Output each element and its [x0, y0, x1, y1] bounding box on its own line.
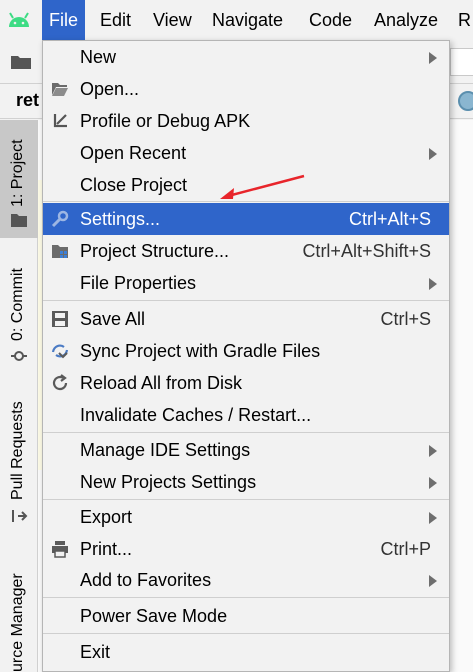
menu-item-file-properties[interactable]: File Properties: [43, 267, 449, 299]
menu-item-label: Settings...: [80, 209, 161, 229]
menu-edit[interactable]: Edit: [93, 0, 138, 40]
wrench-icon: [51, 210, 69, 228]
menu-item-shortcut: Ctrl+P: [380, 539, 431, 559]
menu-item-label: Print...: [80, 539, 133, 559]
reload-icon: [52, 374, 68, 391]
save-icon: [52, 311, 68, 327]
menu-navigate[interactable]: Navigate: [205, 0, 290, 40]
menu-item-label: Sync Project with Gradle Files: [80, 341, 321, 361]
menu-view[interactable]: View: [146, 0, 199, 40]
menu-item-new[interactable]: New: [43, 41, 449, 73]
menu-item-open-recent[interactable]: Open Recent: [43, 137, 449, 169]
submenu-arrow-icon: [429, 477, 437, 489]
submenu-arrow-icon: [429, 148, 437, 160]
project-folder-icon: [11, 214, 27, 227]
menu-item-power-save-mode[interactable]: Power Save Mode: [43, 600, 449, 632]
menu-separator: [43, 499, 449, 500]
editor-tab-label[interactable]: ret: [16, 90, 39, 111]
menu-item-label: Project Structure...: [80, 241, 230, 261]
commit-icon: [11, 351, 27, 361]
menu-item-label: Invalidate Caches / Restart...: [80, 405, 312, 425]
submenu-arrow-icon: [429, 278, 437, 290]
resource-manager-tool-tab[interactable]: urce Manager: [9, 573, 27, 672]
menu-item-add-to-favorites[interactable]: Add to Favorites: [43, 564, 449, 596]
menu-item-invalidate-caches[interactable]: Invalidate Caches / Restart...: [43, 399, 449, 431]
project-tool-tab[interactable]: 1: Project: [9, 139, 27, 207]
menu-item-project-structure[interactable]: Project Structure... Ctrl+Alt+Shift+S: [43, 235, 449, 267]
commit-tool-tab[interactable]: 0: Commit: [9, 268, 27, 341]
run-config-box[interactable]: [450, 48, 473, 76]
pull-requests-tool-tab[interactable]: Pull Requests: [9, 401, 27, 500]
menu-separator: [43, 597, 449, 598]
menu-item-reload-from-disk[interactable]: Reload All from Disk: [43, 367, 449, 399]
menu-item-exit[interactable]: Exit: [43, 636, 449, 668]
submenu-arrow-icon: [429, 512, 437, 524]
menu-item-new-projects-settings[interactable]: New Projects Settings: [43, 466, 449, 498]
printer-icon: [52, 541, 68, 558]
android-logo-icon: [9, 12, 29, 27]
menu-item-label: Exit: [80, 642, 111, 662]
submenu-arrow-icon: [429, 52, 437, 64]
menu-item-shortcut: Ctrl+Alt+Shift+S: [302, 241, 431, 261]
menu-item-label: File Properties: [80, 273, 197, 293]
menu-code[interactable]: Code: [302, 0, 359, 40]
menu-item-sync-gradle[interactable]: Sync Project with Gradle Files: [43, 335, 449, 367]
menu-item-label: Manage IDE Settings: [80, 440, 251, 460]
menu-separator: [43, 300, 449, 301]
pull-request-icon: [12, 510, 28, 522]
gradle-sync-icon: [51, 344, 69, 359]
menu-file[interactable]: File: [42, 0, 86, 40]
menu-item-save-all[interactable]: Save All Ctrl+S: [43, 303, 449, 335]
menu-item-label: Export: [80, 507, 133, 527]
menu-item-export[interactable]: Export: [43, 501, 449, 533]
menu-item-open[interactable]: Open...: [43, 73, 449, 105]
project-structure-icon: [52, 245, 68, 258]
menu-separator: [43, 432, 449, 433]
menu-item-label: Power Save Mode: [80, 606, 228, 626]
menu-item-profile-debug-apk[interactable]: Profile or Debug APK: [43, 105, 449, 137]
menu-item-manage-ide-settings[interactable]: Manage IDE Settings: [43, 434, 449, 466]
menu-item-label: Open Recent: [80, 143, 187, 163]
menu-analyze[interactable]: Analyze: [367, 0, 445, 40]
import-arrow-icon: [53, 114, 67, 128]
folder-icon: [52, 83, 68, 96]
menu-refactor[interactable]: R: [451, 0, 473, 40]
menu-item-print[interactable]: Print... Ctrl+P: [43, 533, 449, 565]
menu-bar: File Edit View Navigate Code Analyze R: [0, 0, 473, 40]
menu-item-shortcut: Ctrl+S: [380, 309, 431, 329]
file-menu-dropdown: New Open... Profile or Debug APK Open Re…: [42, 40, 450, 672]
menu-item-label: Open...: [80, 79, 140, 99]
menu-item-label: Add to Favorites: [80, 570, 212, 590]
menu-item-label: New: [80, 47, 117, 67]
menu-item-shortcut: Ctrl+Alt+S: [348, 209, 431, 229]
open-folder-icon[interactable]: [10, 54, 32, 70]
menu-item-label: New Projects Settings: [80, 472, 257, 492]
tab-file-icon: [458, 91, 473, 111]
annotation-arrow-icon: [220, 174, 305, 199]
menu-item-label: Reload All from Disk: [80, 373, 243, 393]
menu-item-label: Profile or Debug APK: [80, 111, 251, 131]
menu-item-label: Save All: [80, 309, 146, 329]
menu-separator: [43, 633, 449, 634]
submenu-arrow-icon: [429, 445, 437, 457]
menu-item-label: Close Project: [80, 175, 188, 195]
submenu-arrow-icon: [429, 575, 437, 587]
